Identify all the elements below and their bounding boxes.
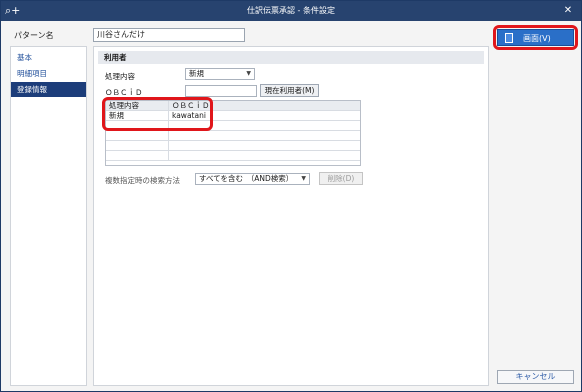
chevron-down-icon: ▼ <box>246 70 251 77</box>
obcid-input[interactable] <box>185 85 257 97</box>
highlight-annotation <box>102 97 213 131</box>
cell-process[interactable] <box>106 131 169 141</box>
table-row[interactable] <box>106 141 360 151</box>
cell-process[interactable] <box>106 141 169 151</box>
sidebar-item-registration-info[interactable]: 登録情報 <box>11 82 86 97</box>
process-select-value: 新規 <box>189 69 204 78</box>
title-bar: ⌕+ 仕訳伝票承認 - 条件設定 ✕ <box>1 1 581 21</box>
highlight-annotation <box>493 25 578 50</box>
pattern-name-label: パターン名 <box>14 31 54 40</box>
process-select[interactable]: 新規 ▼ <box>185 68 255 80</box>
sidebar-nav: 基本 明細項目 登録情報 <box>10 46 87 386</box>
close-icon[interactable]: ✕ <box>561 1 575 21</box>
cancel-button[interactable]: キャンセル <box>497 370 574 384</box>
multi-search-select[interactable]: すべてを含む （AND検索） ▼ <box>195 173 310 185</box>
current-user-button[interactable]: 現在利用者(M) <box>260 84 319 97</box>
sidebar-item-detail-items[interactable]: 明細項目 <box>11 66 86 81</box>
table-row[interactable] <box>106 151 360 161</box>
section-header-user: 利用者 <box>98 51 484 64</box>
window-title: 仕訳伝票承認 - 条件設定 <box>247 6 335 15</box>
delete-button[interactable]: 削除(D) <box>319 172 363 185</box>
process-label: 処理内容 <box>105 72 135 81</box>
main-panel: 利用者 処理内容 新規 ▼ ＯＢＣｉＤ 現在利用者(M) 処理内容 ＯＢＣｉＤ … <box>93 46 489 386</box>
pattern-name-input[interactable]: 川谷さんだけ <box>93 28 245 42</box>
table-row[interactable] <box>106 131 360 141</box>
chevron-down-icon: ▼ <box>301 175 306 182</box>
cell-process[interactable] <box>106 151 169 161</box>
sidebar-item-basic[interactable]: 基本 <box>11 50 86 65</box>
dialog-window: ⌕+ 仕訳伝票承認 - 条件設定 ✕ パターン名 川谷さんだけ 基本 明細項目 … <box>0 0 582 392</box>
multi-search-select-value: すべてを含む （AND検索） <box>199 174 294 183</box>
multi-search-label: 複数指定時の検索方法 <box>105 176 180 185</box>
